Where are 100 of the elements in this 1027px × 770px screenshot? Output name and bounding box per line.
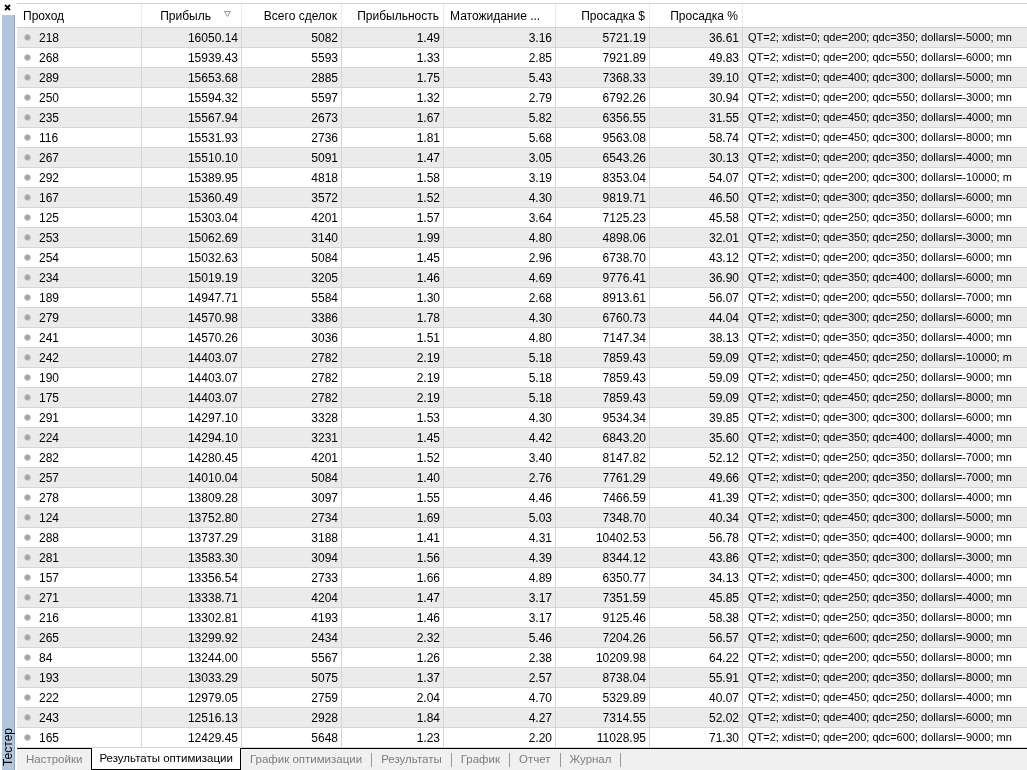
column-header[interactable]: Матожидание ... — [444, 4, 556, 27]
table-row[interactable]: 218 16050.14 5082 1.49 3.16 5721.19 36.61 QT=2; xdist=0; qde=200; qdc=350; dollarsl=-5000; mn — [17, 28, 1027, 48]
dot-icon — [24, 374, 31, 381]
tab[interactable]: Настройки — [17, 749, 92, 770]
table-row[interactable]: 234 15019.19 3205 1.46 4.69 9776.41 36.90 QT=2; xdist=0; qde=350; qdc=400; dollarsl=-6000; mn — [17, 268, 1027, 288]
table-cell: 14947.71 — [142, 288, 242, 307]
table-row[interactable]: 292 15389.95 4818 1.58 3.19 8353.04 54.07 QT=2; xdist=0; qde=200; qdc=300; dollarsl=-10000; m — [17, 168, 1027, 188]
table-cell: 9819.71 — [556, 188, 650, 207]
table-cell-text: 254 — [39, 249, 60, 267]
table-row[interactable]: 268 15939.43 5593 1.33 2.85 7921.89 49.83 QT=2; xdist=0; qde=200; qdc=550; dollarsl=-6000; mn — [17, 48, 1027, 68]
table-cell: 7761.29 — [556, 468, 650, 487]
table-row[interactable]: 291 14297.10 3328 1.53 4.30 9534.34 39.85 QT=2; xdist=0; qde=300; qdc=300; dollarsl=-6000; mn — [17, 408, 1027, 428]
table-cell: 4.70 — [444, 688, 556, 707]
table-cell: 1.81 — [342, 128, 444, 147]
table-cell: 2673 — [242, 108, 342, 127]
table-row[interactable]: 125 15303.04 4201 1.57 3.64 7125.23 45.58 QT=2; xdist=0; qde=250; qdc=350; dollarsl=-6000; mn — [17, 208, 1027, 228]
table-row[interactable]: 253 15062.69 3140 1.99 4.80 4898.06 32.01 QT=2; xdist=0; qde=350; qdc=250; dollarsl=-3000; mn — [17, 228, 1027, 248]
table-row[interactable]: 190 14403.07 2782 2.19 5.18 7859.43 59.09 QT=2; xdist=0; qde=450; qdc=250; dollarsl=-9000; mn — [17, 368, 1027, 388]
table-cell-text: QT=2; xdist=0; qde=450; qdc=250; dollarsl=-4000; mn — [747, 690, 1013, 706]
table-cell: 45.58 — [650, 208, 743, 227]
column-header[interactable]: Просадка $ — [556, 4, 650, 27]
table-cell: 5084 — [242, 468, 342, 487]
table-cell: 59.09 — [650, 348, 743, 367]
table-cell: 35.60 — [650, 428, 743, 447]
table-cell-text: 222 — [39, 689, 60, 707]
table-row[interactable]: 288 13737.29 3188 1.41 4.31 10402.53 56.78 QT=2; xdist=0; qde=350; qdc=400; dollarsl=-9000; mn — [17, 528, 1027, 548]
table-cell: 3386 — [242, 308, 342, 327]
table-cell: 9563.08 — [556, 128, 650, 147]
tab[interactable]: График оптимизации — [240, 749, 372, 770]
table-row[interactable]: 254 15032.63 5084 1.45 2.96 6738.70 43.12 QT=2; xdist=0; qde=200; qdc=350; dollarsl=-6000; mn — [17, 248, 1027, 268]
table-cell: 14403.07 — [142, 348, 242, 367]
column-header[interactable]: Всего сделок — [242, 4, 342, 27]
table-cell: 1.78 — [342, 308, 444, 327]
table-cell-text: 271 — [39, 589, 60, 607]
table-cell-text: QT=2; xdist=0; qde=300; qdc=300; dollarsl=-6000; mn — [747, 410, 1013, 426]
table-row[interactable]: 242 14403.07 2782 2.19 5.18 7859.43 59.09 QT=2; xdist=0; qde=450; qdc=250; dollarsl=-10000; m — [17, 348, 1027, 368]
table-cell-text: QT=2; xdist=0; qde=350; qdc=300; dollarsl=-3000; mn — [747, 550, 1013, 566]
table-cell: 5567 — [242, 648, 342, 667]
column-header[interactable]: Прибыльность — [342, 4, 444, 27]
table-row[interactable]: 189 14947.71 5584 1.30 2.68 8913.61 56.07 QT=2; xdist=0; qde=200; qdc=550; dollarsl=-7000; mn — [17, 288, 1027, 308]
table-cell: 13302.81 — [142, 608, 242, 627]
close-button[interactable] — [1, 1, 13, 13]
table-row[interactable]: 243 12516.13 2928 1.84 4.27 7314.55 52.02 QT=2; xdist=0; qde=400; qdc=250; dollarsl=-6000; mn — [17, 708, 1027, 728]
table-cell: 14294.10 — [142, 428, 242, 447]
table-row[interactable]: 267 15510.10 5091 1.47 3.05 6543.26 30.13 QT=2; xdist=0; qde=200; qdc=350; dollarsl=-4000; mn — [17, 148, 1027, 168]
dot-icon — [24, 534, 31, 541]
dot-icon — [24, 554, 31, 561]
table-cell: 3036 — [242, 328, 342, 347]
table-row[interactable]: 224 14294.10 3231 1.45 4.42 6843.20 35.60 QT=2; xdist=0; qde=350; qdc=400; dollarsl=-4000; mn — [17, 428, 1027, 448]
table-row[interactable]: 282 14280.45 4201 1.52 3.40 8147.82 52.12 QT=2; xdist=0; qde=250; qdc=350; dollarsl=-7000; mn — [17, 448, 1027, 468]
column-header[interactable]: Просадка % — [650, 4, 743, 27]
table-row[interactable]: 222 12979.05 2759 2.04 4.70 5329.89 40.07 QT=2; xdist=0; qde=450; qdc=250; dollarsl=-4000; mn — [17, 688, 1027, 708]
table-cell: 7859.43 — [556, 368, 650, 387]
table-row[interactable]: 167 15360.49 3572 1.52 4.30 9819.71 46.50 QT=2; xdist=0; qde=300; qdc=350; dollarsl=-6000; mn — [17, 188, 1027, 208]
table-cell-text: QT=2; xdist=0; qde=350; qdc=250; dollarsl=-3000; mn — [747, 230, 1013, 246]
table-cell: 1.53 — [342, 408, 444, 427]
table-row[interactable]: 279 14570.98 3386 1.78 4.30 6760.73 44.04 QT=2; xdist=0; qde=300; qdc=250; dollarsl=-6000; mn — [17, 308, 1027, 328]
dot-icon — [24, 214, 31, 221]
table-cell: 15510.10 — [142, 148, 242, 167]
tab[interactable]: Результаты — [372, 749, 451, 770]
table-cell-text: QT=2; xdist=0; qde=200; qdc=300; dollarsl=-10000; m — [747, 170, 1013, 186]
table-cell: 2.57 — [444, 668, 556, 687]
table-cell: 52.12 — [650, 448, 743, 467]
table-cell: 31.55 — [650, 108, 743, 127]
table-cell: 1.32 — [342, 88, 444, 107]
table-cell-text: QT=2; xdist=0; qde=400; qdc=250; dollarsl=-6000; mn — [747, 710, 1013, 726]
table-cell-text: QT=2; xdist=0; qde=450; qdc=350; dollarsl=-4000; mn — [747, 110, 1013, 126]
table-row[interactable]: 265 13299.92 2434 2.32 5.46 7204.26 56.57 QT=2; xdist=0; qde=600; qdc=250; dollarsl=-9000; mn — [17, 628, 1027, 648]
table-row[interactable]: 250 15594.32 5597 1.32 2.79 6792.26 30.94 QT=2; xdist=0; qde=200; qdc=550; dollarsl=-3000; mn — [17, 88, 1027, 108]
table-row[interactable]: 257 14010.04 5084 1.40 2.76 7761.29 49.66 QT=2; xdist=0; qde=200; qdc=350; dollarsl=-7000; mn — [17, 468, 1027, 488]
tab[interactable]: Результаты оптимизации — [91, 748, 241, 770]
table-cell: 56.57 — [650, 628, 743, 647]
table-row[interactable]: 124 13752.80 2734 1.69 5.03 7348.70 40.34 QT=2; xdist=0; qde=450; qdc=300; dollarsl=-5000; mn — [17, 508, 1027, 528]
table-row[interactable]: 281 13583.30 3094 1.56 4.39 8344.12 43.86 QT=2; xdist=0; qde=350; qdc=300; dollarsl=-3000; mn — [17, 548, 1027, 568]
table-row[interactable]: 175 14403.07 2782 2.19 5.18 7859.43 59.09 QT=2; xdist=0; qde=450; qdc=250; dollarsl=-8000; mn — [17, 388, 1027, 408]
table-row[interactable]: 241 14570.26 3036 1.51 4.80 7147.34 38.13 QT=2; xdist=0; qde=350; qdc=350; dollarsl=-4000; mn — [17, 328, 1027, 348]
column-header[interactable]: Проход — [17, 4, 142, 27]
table-cell: 3.17 — [444, 608, 556, 627]
table-cell-text: QT=2; xdist=0; qde=200; qdc=550; dollarsl=-8000; mn — [747, 650, 1013, 666]
table-row[interactable]: 278 13809.28 3097 1.55 4.46 7466.59 41.39 QT=2; xdist=0; qde=350; qdc=300; dollarsl=-4000; mn — [17, 488, 1027, 508]
table-row[interactable]: 157 13356.54 2733 1.66 4.89 6350.77 34.13 QT=2; xdist=0; qde=450; qdc=300; dollarsl=-4000; mn — [17, 568, 1027, 588]
table-row[interactable]: 289 15653.68 2885 1.75 5.43 7368.33 39.10 QT=2; xdist=0; qde=400; qdc=300; dollarsl=-5000; mn — [17, 68, 1027, 88]
table-cell: 8913.61 — [556, 288, 650, 307]
table-row[interactable]: 165 12429.45 5648 1.23 2.20 11028.95 71.30 QT=2; xdist=0; qde=200; qdc=600; dollarsl=-9000; mn — [17, 728, 1027, 748]
table-cell-text: QT=2; xdist=0; qde=450; qdc=300; dollarsl=-4000; mn — [747, 570, 1013, 586]
table-cell-text: 242 — [39, 349, 60, 367]
table-row[interactable]: 216 13302.81 4193 1.46 3.17 9125.46 58.38 QT=2; xdist=0; qde=250; qdc=350; dollarsl=-8000; mn — [17, 608, 1027, 628]
table-cell: 12979.05 — [142, 688, 242, 707]
column-header[interactable]: Прибыль — [142, 4, 242, 27]
table-cell: 4193 — [242, 608, 342, 627]
table-row[interactable]: 235 15567.94 2673 1.67 5.82 6356.55 31.55 QT=2; xdist=0; qde=450; qdc=350; dollarsl=-4000; mn — [17, 108, 1027, 128]
tab[interactable]: Отчет — [510, 749, 560, 770]
table-row[interactable]: 271 13338.71 4204 1.47 3.17 7351.59 45.85 QT=2; xdist=0; qde=250; qdc=350; dollarsl=-4000; mn — [17, 588, 1027, 608]
table-row[interactable]: 84 13244.00 5567 1.26 2.38 10209.98 64.22 QT=2; xdist=0; qde=200; qdc=550; dollarsl=-8000; mn — [17, 648, 1027, 668]
tab[interactable]: Журнал — [560, 749, 621, 770]
table-cell: 2782 — [242, 388, 342, 407]
table-row[interactable]: 116 15531.93 2736 1.81 5.68 9563.08 58.74 QT=2; xdist=0; qde=450; qdc=300; dollarsl=-8000; mn — [17, 128, 1027, 148]
table-row[interactable]: 193 13033.29 5075 1.37 2.57 8738.04 55.91 QT=2; xdist=0; qde=200; qdc=350; dollarsl=-8000; mn — [17, 668, 1027, 688]
tab[interactable]: График — [451, 749, 509, 770]
table-cell: 13244.00 — [142, 648, 242, 667]
